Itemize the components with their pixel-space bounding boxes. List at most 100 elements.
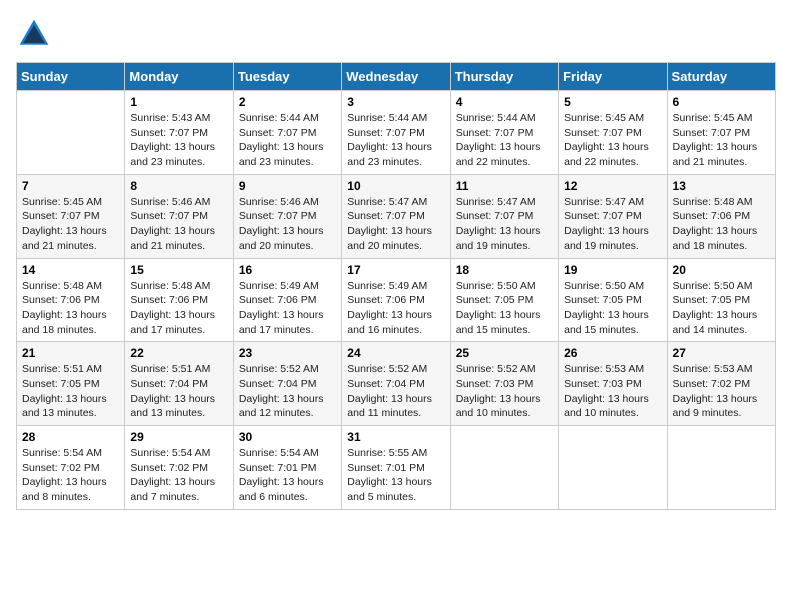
day-number: 12 [564,179,661,193]
calendar-cell: 5 Sunrise: 5:45 AMSunset: 7:07 PMDaylight… [559,91,667,175]
day-number: 29 [130,430,227,444]
cell-info: Sunrise: 5:45 AMSunset: 7:07 PMDaylight:… [564,111,661,170]
cell-info: Sunrise: 5:54 AMSunset: 7:02 PMDaylight:… [130,446,227,505]
calendar-cell: 14 Sunrise: 5:48 AMSunset: 7:06 PMDayligh… [17,258,125,342]
calendar-cell: 24 Sunrise: 5:52 AMSunset: 7:04 PMDayligh… [342,342,450,426]
calendar-cell: 19Sunrise: 5:50 AMSunset: 7:05 PMDayligh… [559,258,667,342]
calendar-cell: 21 Sunrise: 5:51 AMSunset: 7:05 PMDayligh… [17,342,125,426]
cell-info: Sunrise: 5:46 AMSunset: 7:07 PMDaylight:… [239,195,336,254]
day-number: 4 [456,95,553,109]
cell-info: Sunrise: 5:43 AMSunset: 7:07 PMDaylight:… [130,111,227,170]
col-header-tuesday: Tuesday [233,63,341,91]
calendar-cell: 3 Sunrise: 5:44 AMSunset: 7:07 PMDaylight… [342,91,450,175]
day-number: 11 [456,179,553,193]
day-number: 10 [347,179,444,193]
cell-info: Sunrise: 5:45 AMSunset: 7:07 PMDaylight:… [22,195,119,254]
col-header-thursday: Thursday [450,63,558,91]
week-row-2: 7 Sunrise: 5:45 AMSunset: 7:07 PMDaylight… [17,174,776,258]
cell-info: Sunrise: 5:48 AMSunset: 7:06 PMDaylight:… [673,195,770,254]
day-number: 31 [347,430,444,444]
logo [16,16,58,52]
day-number: 3 [347,95,444,109]
day-number: 14 [22,263,119,277]
cell-info: Sunrise: 5:50 AMSunset: 7:05 PMDaylight:… [456,279,553,338]
calendar-cell: 10 Sunrise: 5:47 AMSunset: 7:07 PMDayligh… [342,174,450,258]
logo-icon [16,16,52,52]
cell-info: Sunrise: 5:52 AMSunset: 7:03 PMDaylight:… [456,362,553,421]
cell-info: Sunrise: 5:54 AMSunset: 7:02 PMDaylight:… [22,446,119,505]
day-number: 20 [673,263,770,277]
calendar-cell: 15 Sunrise: 5:48 AMSunset: 7:06 PMDayligh… [125,258,233,342]
calendar-cell: 28Sunrise: 5:54 AMSunset: 7:02 PMDayligh… [17,426,125,510]
day-number: 27 [673,346,770,360]
calendar-table: SundayMondayTuesdayWednesdayThursdayFrid… [16,62,776,510]
cell-info: Sunrise: 5:47 AMSunset: 7:07 PMDaylight:… [564,195,661,254]
calendar-cell: 17 Sunrise: 5:49 AMSunset: 7:06 PMDayligh… [342,258,450,342]
day-number: 25 [456,346,553,360]
day-number: 17 [347,263,444,277]
calendar-cell: 11 Sunrise: 5:47 AMSunset: 7:07 PMDayligh… [450,174,558,258]
calendar-cell: 6 Sunrise: 5:45 AMSunset: 7:07 PMDaylight… [667,91,775,175]
cell-info: Sunrise: 5:54 AMSunset: 7:01 PMDaylight:… [239,446,336,505]
calendar-cell: 31 Sunrise: 5:55 AMSunset: 7:01 PMDayligh… [342,426,450,510]
calendar-cell: 26 Sunrise: 5:53 AMSunset: 7:03 PMDayligh… [559,342,667,426]
header-row: SundayMondayTuesdayWednesdayThursdayFrid… [17,63,776,91]
day-number: 6 [673,95,770,109]
cell-info: Sunrise: 5:52 AMSunset: 7:04 PMDaylight:… [239,362,336,421]
cell-info: Sunrise: 5:49 AMSunset: 7:06 PMDaylight:… [347,279,444,338]
cell-info: Sunrise: 5:55 AMSunset: 7:01 PMDaylight:… [347,446,444,505]
cell-info: Sunrise: 5:51 AMSunset: 7:05 PMDaylight:… [22,362,119,421]
cell-info: Sunrise: 5:49 AMSunset: 7:06 PMDaylight:… [239,279,336,338]
calendar-cell: 22 Sunrise: 5:51 AMSunset: 7:04 PMDayligh… [125,342,233,426]
cell-info: Sunrise: 5:44 AMSunset: 7:07 PMDaylight:… [239,111,336,170]
day-number: 5 [564,95,661,109]
day-number: 15 [130,263,227,277]
day-number: 16 [239,263,336,277]
cell-info: Sunrise: 5:53 AMSunset: 7:02 PMDaylight:… [673,362,770,421]
calendar-cell: 16 Sunrise: 5:49 AMSunset: 7:06 PMDayligh… [233,258,341,342]
calendar-cell: 12 Sunrise: 5:47 AMSunset: 7:07 PMDayligh… [559,174,667,258]
day-number: 24 [347,346,444,360]
cell-info: Sunrise: 5:51 AMSunset: 7:04 PMDaylight:… [130,362,227,421]
week-row-1: 1Sunrise: 5:43 AMSunset: 7:07 PMDaylight… [17,91,776,175]
day-number: 13 [673,179,770,193]
day-number: 23 [239,346,336,360]
day-number: 2 [239,95,336,109]
calendar-cell [667,426,775,510]
calendar-cell: 25 Sunrise: 5:52 AMSunset: 7:03 PMDayligh… [450,342,558,426]
cell-info: Sunrise: 5:53 AMSunset: 7:03 PMDaylight:… [564,362,661,421]
cell-info: Sunrise: 5:48 AMSunset: 7:06 PMDaylight:… [22,279,119,338]
cell-info: Sunrise: 5:44 AMSunset: 7:07 PMDaylight:… [456,111,553,170]
cell-info: Sunrise: 5:48 AMSunset: 7:06 PMDaylight:… [130,279,227,338]
cell-info: Sunrise: 5:52 AMSunset: 7:04 PMDaylight:… [347,362,444,421]
calendar-cell: 2 Sunrise: 5:44 AMSunset: 7:07 PMDaylight… [233,91,341,175]
week-row-3: 14 Sunrise: 5:48 AMSunset: 7:06 PMDayligh… [17,258,776,342]
day-number: 9 [239,179,336,193]
col-header-monday: Monday [125,63,233,91]
day-number: 21 [22,346,119,360]
calendar-cell: 18Sunrise: 5:50 AMSunset: 7:05 PMDayligh… [450,258,558,342]
week-row-5: 28Sunrise: 5:54 AMSunset: 7:02 PMDayligh… [17,426,776,510]
col-header-sunday: Sunday [17,63,125,91]
page-header [16,16,776,52]
cell-info: Sunrise: 5:47 AMSunset: 7:07 PMDaylight:… [347,195,444,254]
col-header-wednesday: Wednesday [342,63,450,91]
cell-info: Sunrise: 5:50 AMSunset: 7:05 PMDaylight:… [673,279,770,338]
calendar-cell: 13 Sunrise: 5:48 AMSunset: 7:06 PMDayligh… [667,174,775,258]
day-number: 22 [130,346,227,360]
calendar-cell [559,426,667,510]
calendar-cell: 9 Sunrise: 5:46 AMSunset: 7:07 PMDaylight… [233,174,341,258]
cell-info: Sunrise: 5:44 AMSunset: 7:07 PMDaylight:… [347,111,444,170]
day-number: 26 [564,346,661,360]
calendar-cell: 1Sunrise: 5:43 AMSunset: 7:07 PMDaylight… [125,91,233,175]
cell-info: Sunrise: 5:47 AMSunset: 7:07 PMDaylight:… [456,195,553,254]
day-number: 7 [22,179,119,193]
day-number: 30 [239,430,336,444]
calendar-cell: 29 Sunrise: 5:54 AMSunset: 7:02 PMDayligh… [125,426,233,510]
cell-info: Sunrise: 5:45 AMSunset: 7:07 PMDaylight:… [673,111,770,170]
day-number: 8 [130,179,227,193]
calendar-cell [450,426,558,510]
calendar-cell: 23 Sunrise: 5:52 AMSunset: 7:04 PMDayligh… [233,342,341,426]
calendar-cell [17,91,125,175]
cell-info: Sunrise: 5:46 AMSunset: 7:07 PMDaylight:… [130,195,227,254]
